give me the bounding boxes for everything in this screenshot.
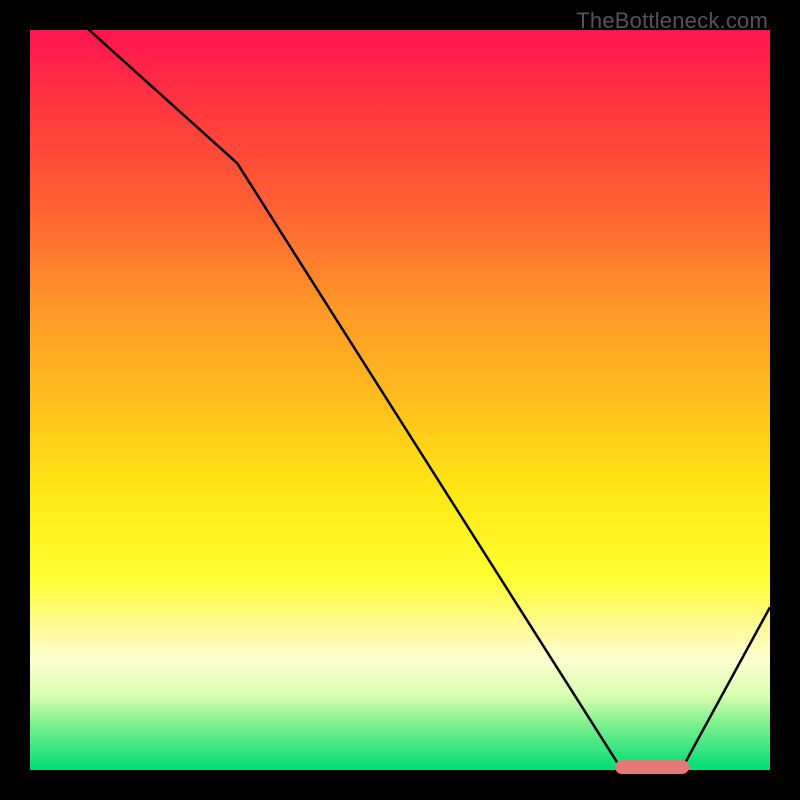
- chart-gradient-area: [30, 30, 770, 770]
- optimal-range-marker: [615, 760, 689, 774]
- watermark-text: TheBottleneck.com: [576, 8, 768, 34]
